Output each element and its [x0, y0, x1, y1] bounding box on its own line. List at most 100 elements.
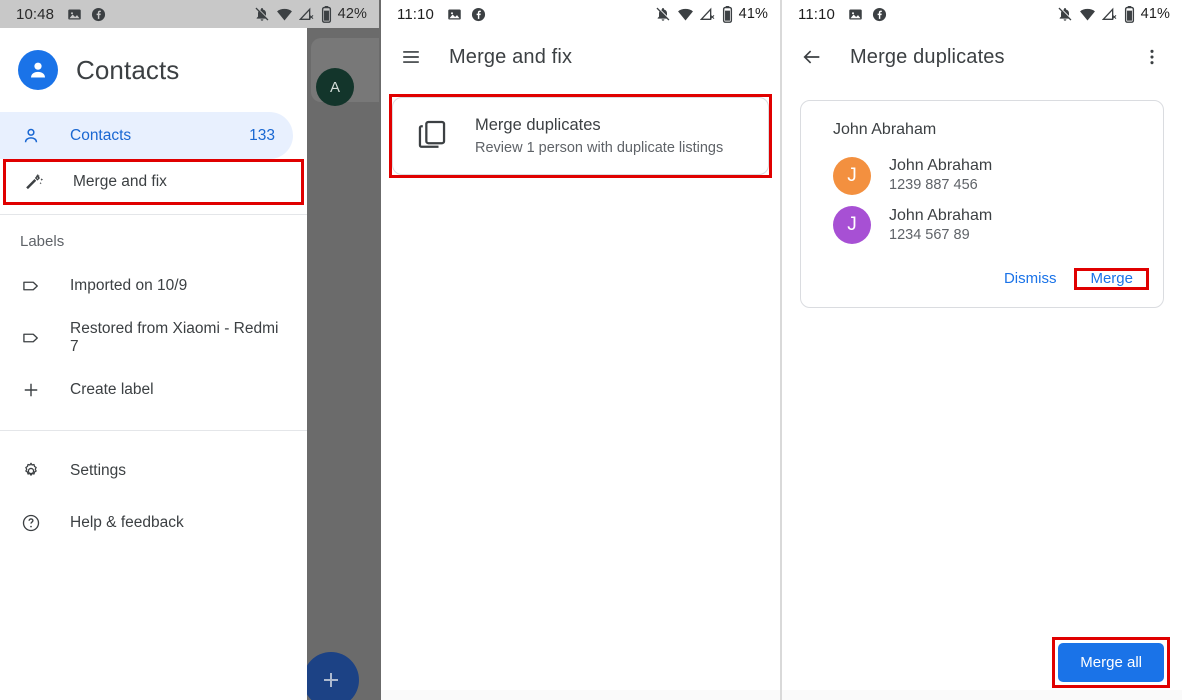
- magic-wand-icon: [23, 172, 45, 193]
- screenshot-root: 10:48: [0, 0, 1182, 700]
- avatar[interactable]: A: [316, 68, 354, 106]
- merge-duplicates-card[interactable]: Merge duplicates Review 1 person with du…: [392, 97, 769, 175]
- merge-button-highlight: Merge: [1076, 270, 1147, 288]
- drawer-area: A Contacts Contacts: [0, 28, 379, 700]
- status-bar-left: 11:10: [397, 6, 486, 23]
- drawer-divider-2: [0, 430, 307, 431]
- hamburger-menu-icon[interactable]: [399, 45, 423, 69]
- status-bar-left: 11:10: [798, 6, 887, 23]
- label-icon: [20, 328, 42, 348]
- facebook-icon: [471, 7, 486, 22]
- labels-section-title: Labels: [0, 215, 307, 260]
- sidebar-item-help[interactable]: Help & feedback: [0, 497, 307, 549]
- merge-duplicates-title: Merge duplicates: [475, 116, 723, 135]
- status-bar-right: 41%: [655, 6, 768, 23]
- panel-merge-duplicates: 11:10: [780, 0, 1182, 700]
- battery-icon: [1124, 6, 1135, 23]
- merge-all-highlight: Merge all: [1052, 637, 1170, 688]
- duplicate-group-card: John Abraham J John Abraham 1239 887 456…: [800, 100, 1164, 308]
- app-bar-title: Merge duplicates: [850, 46, 1005, 69]
- battery-percent: 42%: [338, 6, 367, 22]
- bell-off-icon: [254, 6, 270, 22]
- panel-merge-and-fix: 11:10: [379, 0, 780, 700]
- facebook-icon: [91, 7, 106, 22]
- battery-percent: 41%: [1141, 6, 1170, 22]
- overflow-menu-icon[interactable]: [1140, 47, 1164, 67]
- sidebar-item-settings-label: Settings: [70, 462, 283, 480]
- plus-icon: [20, 380, 42, 400]
- system-nav-bar: [381, 690, 780, 700]
- add-contact-fab[interactable]: [303, 652, 359, 700]
- battery-percent: 41%: [739, 6, 768, 22]
- avatar: J: [833, 157, 871, 195]
- wifi-icon: [276, 6, 293, 23]
- sidebar-item-settings[interactable]: Settings: [0, 445, 307, 497]
- sidebar-item-merge-and-fix[interactable]: Merge and fix: [3, 159, 304, 205]
- wifi-icon: [677, 6, 694, 23]
- facebook-icon: [872, 7, 887, 22]
- status-bar-right: 41%: [1057, 6, 1170, 23]
- status-time: 11:10: [397, 6, 434, 23]
- person-outline-icon: [20, 126, 42, 146]
- duplicate-entry-row[interactable]: J John Abraham 1239 887 456: [817, 151, 1147, 201]
- system-nav-bar: [782, 690, 1182, 700]
- duplicate-group-name: John Abraham: [817, 119, 1147, 151]
- merge-button[interactable]: Merge: [1076, 262, 1147, 295]
- duplicate-entry-phone: 1234 567 89: [889, 226, 992, 246]
- status-bar-left: 10:48: [16, 6, 106, 23]
- help-circle-icon: [20, 513, 42, 533]
- navigation-drawer: Contacts Contacts 133: [0, 28, 307, 700]
- duplicate-entry-text: John Abraham 1234 567 89: [889, 206, 992, 246]
- sidebar-label-restored-text: Restored from Xiaomi - Redmi 7: [70, 320, 283, 356]
- image-icon: [67, 7, 82, 22]
- page-title: Contacts: [76, 55, 179, 86]
- sidebar-label-imported-text: Imported on 10/9: [70, 277, 283, 295]
- bell-off-icon: [1057, 6, 1073, 22]
- panel-contacts-drawer: 10:48: [0, 0, 379, 700]
- status-time: 11:10: [798, 6, 835, 23]
- status-bar-panel1: 10:48: [0, 0, 379, 28]
- plus-icon: [319, 668, 343, 692]
- merge-duplicates-highlight: Merge duplicates Review 1 person with du…: [389, 94, 772, 178]
- image-icon: [848, 7, 863, 22]
- sidebar-item-help-label: Help & feedback: [70, 514, 283, 532]
- arrow-back-icon[interactable]: [800, 45, 824, 69]
- avatar: J: [833, 206, 871, 244]
- status-time: 10:48: [16, 6, 54, 23]
- signal-off-icon: [299, 6, 315, 22]
- app-bar-title: Merge and fix: [449, 46, 572, 69]
- wifi-icon: [1079, 6, 1096, 23]
- duplicate-entry-text: John Abraham 1239 887 456: [889, 156, 992, 196]
- contacts-logo: [18, 50, 58, 90]
- gear-icon: [20, 461, 42, 481]
- image-icon: [447, 7, 462, 22]
- person-icon: [26, 58, 50, 82]
- duplicate-entry-name: John Abraham: [889, 156, 992, 176]
- sidebar-create-label-text: Create label: [70, 381, 283, 399]
- sidebar-item-contacts[interactable]: Contacts 133: [0, 112, 293, 159]
- label-icon: [20, 276, 42, 296]
- status-bar-right: 42%: [254, 6, 367, 23]
- signal-off-icon: [1102, 6, 1118, 22]
- sidebar-label-imported[interactable]: Imported on 10/9: [0, 260, 307, 312]
- merge-all-button[interactable]: Merge all: [1058, 643, 1164, 682]
- merge-duplicates-subtitle: Review 1 person with duplicate listings: [475, 140, 723, 156]
- app-bar-merge-duplicates: Merge duplicates: [782, 28, 1182, 86]
- dismiss-button[interactable]: Dismiss: [990, 262, 1071, 295]
- contacts-count: 133: [249, 127, 275, 145]
- duplicate-entry-row[interactable]: J John Abraham 1234 567 89: [817, 201, 1147, 251]
- status-bar-panel3: 11:10: [782, 0, 1182, 28]
- battery-icon: [321, 6, 332, 23]
- sidebar-item-contacts-label: Contacts: [70, 127, 221, 145]
- sidebar-create-label[interactable]: Create label: [0, 364, 307, 416]
- app-bar-merge-and-fix: Merge and fix: [381, 28, 780, 86]
- status-bar-panel2: 11:10: [381, 0, 780, 28]
- drawer-header: Contacts: [0, 28, 307, 112]
- signal-off-icon: [700, 6, 716, 22]
- duplicate-entry-name: John Abraham: [889, 206, 992, 226]
- duplicate-entry-phone: 1239 887 456: [889, 176, 992, 196]
- sidebar-item-merge-and-fix-label: Merge and fix: [73, 173, 280, 191]
- battery-icon: [722, 6, 733, 23]
- duplicate-card-actions: Dismiss Merge: [817, 250, 1147, 297]
- sidebar-label-restored[interactable]: Restored from Xiaomi - Redmi 7: [0, 312, 307, 364]
